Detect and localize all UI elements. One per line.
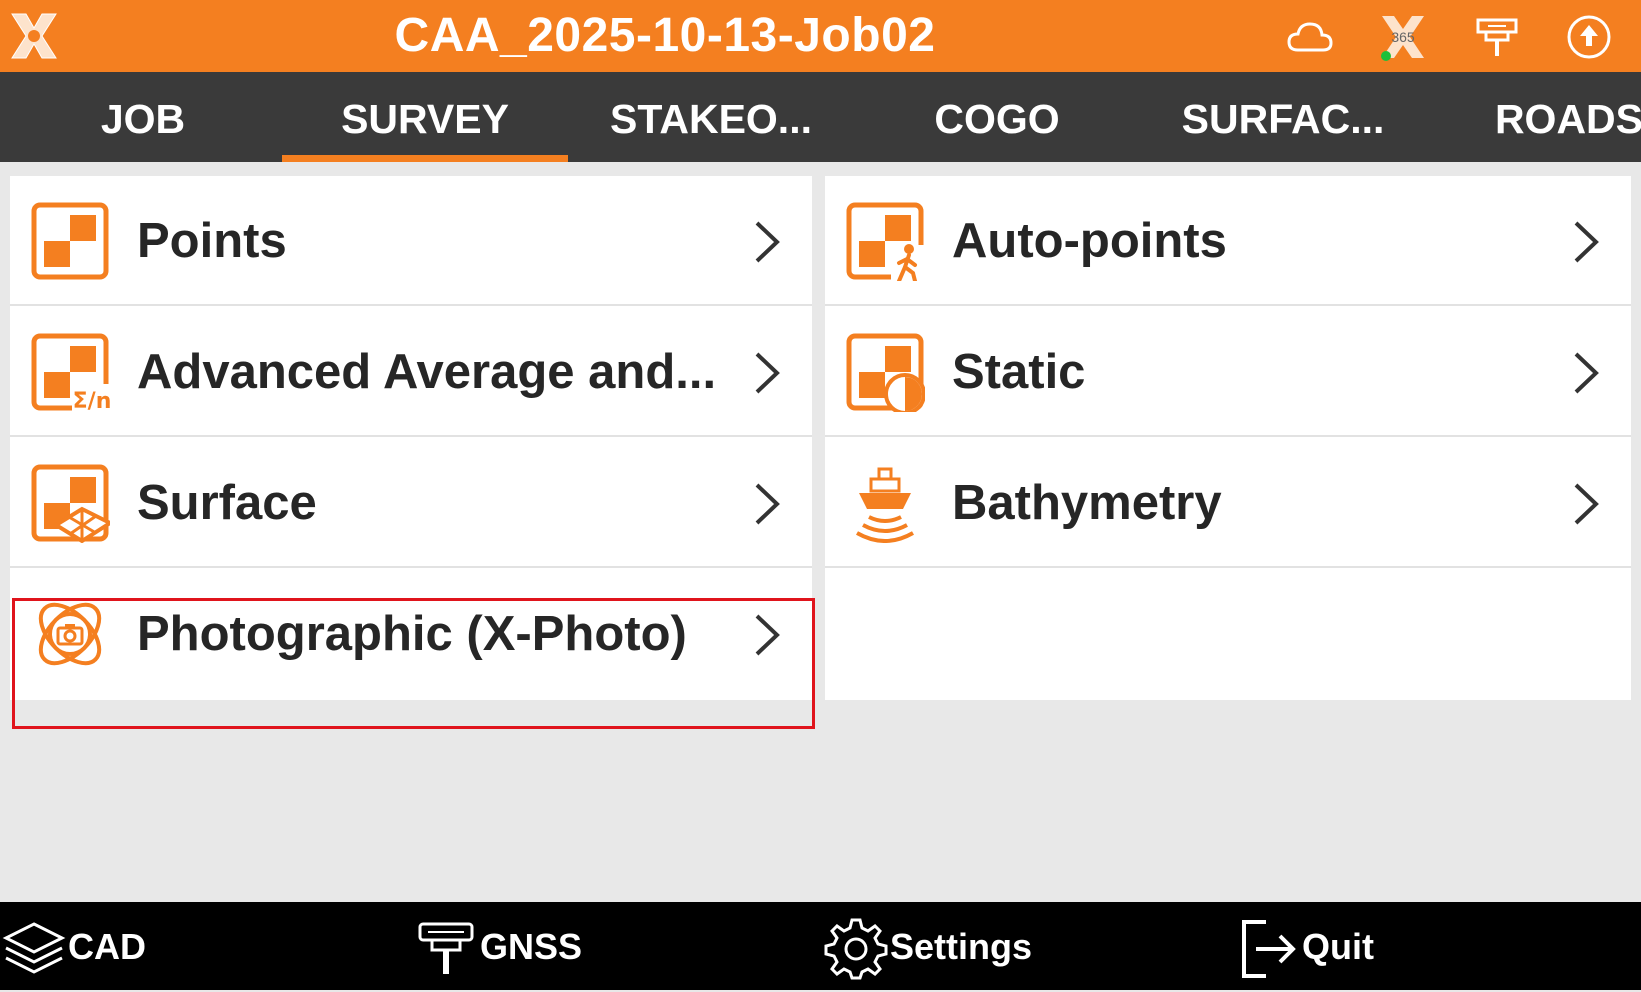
tab-bar: JOB SURVEY STAKEO... COGO SURFAC... ROAD…	[0, 72, 1641, 162]
chevron-right-icon	[755, 352, 780, 394]
menu-item-advanced-average[interactable]: Σ/n Advanced Average and...	[10, 307, 812, 437]
cad-layers-icon	[2, 922, 66, 974]
gnss-label: GNSS	[480, 926, 583, 967]
cad-button[interactable]: CAD	[0, 902, 200, 990]
average-icon-text: Σ/n	[73, 389, 110, 412]
upload-icon[interactable]	[1564, 12, 1614, 62]
boat-icon	[856, 467, 914, 543]
cloud-icon[interactable]	[1285, 12, 1335, 62]
menu-column-right: Auto-points Static Bathymetry	[825, 176, 1631, 700]
auto-points-icon	[846, 202, 925, 281]
settings-button[interactable]: Settings	[820, 902, 1060, 990]
menu-item-points[interactable]: Points	[10, 176, 812, 306]
job-title: CAA_2025-10-13-Job02	[394, 9, 936, 62]
quit-label: Quit	[1302, 926, 1374, 967]
menu-item-label: Photographic (X-Photo)	[137, 607, 687, 661]
menu-item-auto-points[interactable]: Auto-points	[825, 176, 1631, 306]
gnss-button[interactable]: GNSS	[410, 902, 610, 990]
cad-label: CAD	[68, 926, 146, 967]
menu-item-bathymetry[interactable]: Bathymetry	[825, 438, 1631, 568]
static-icon	[846, 333, 925, 412]
chevron-right-icon	[755, 221, 780, 263]
chevron-right-icon	[1574, 352, 1599, 394]
title-bar: CAA_2025-10-13-Job02 365	[0, 0, 1641, 72]
chevron-right-icon	[1574, 483, 1599, 525]
chevron-right-icon	[755, 614, 780, 656]
menu-item-label: Bathymetry	[952, 476, 1222, 530]
quit-button[interactable]: Quit	[1234, 902, 1434, 990]
camera-icon	[38, 602, 102, 666]
chevron-right-icon	[755, 483, 780, 525]
points-icon	[31, 202, 109, 280]
gnss-receiver-icon[interactable]	[1472, 12, 1522, 62]
menu-item-surface[interactable]: Surface	[10, 438, 812, 568]
tab-job[interactable]: JOB	[0, 72, 286, 162]
tab-stakeout[interactable]: STAKEO...	[568, 72, 854, 162]
gnss-receiver-icon	[418, 922, 474, 974]
menu-item-label: Static	[952, 345, 1086, 399]
menu-column-left: Points Σ/n Advanced Average and... Surfa…	[10, 176, 812, 700]
gear-icon	[824, 918, 888, 980]
menu-item-label: Surface	[137, 476, 317, 530]
average-points-icon: Σ/n	[31, 333, 110, 412]
menu-item-empty	[825, 569, 1631, 699]
tab-roads[interactable]: ROADS	[1426, 72, 1641, 162]
exit-icon	[1242, 920, 1296, 978]
x365-badge: 365	[1391, 29, 1415, 45]
menu-item-label: Points	[137, 214, 287, 268]
surface-icon	[31, 464, 110, 543]
bottom-toolbar: CAD GNSS Settings Quit	[0, 902, 1641, 990]
x365-icon[interactable]: 365	[1378, 12, 1428, 62]
tab-survey[interactable]: SURVEY	[282, 72, 568, 162]
chevron-right-icon	[1574, 221, 1599, 263]
survey-menu: Points Σ/n Advanced Average and... Surfa…	[0, 162, 1641, 902]
tab-surfaces[interactable]: SURFAC...	[1140, 72, 1426, 162]
menu-item-label: Auto-points	[952, 214, 1227, 268]
menu-item-photographic[interactable]: Photographic (X-Photo)	[10, 569, 812, 699]
menu-item-static[interactable]: Static	[825, 307, 1631, 437]
settings-label: Settings	[890, 926, 1033, 967]
tab-cogo[interactable]: COGO	[854, 72, 1140, 162]
menu-item-label: Advanced Average and...	[137, 345, 717, 399]
